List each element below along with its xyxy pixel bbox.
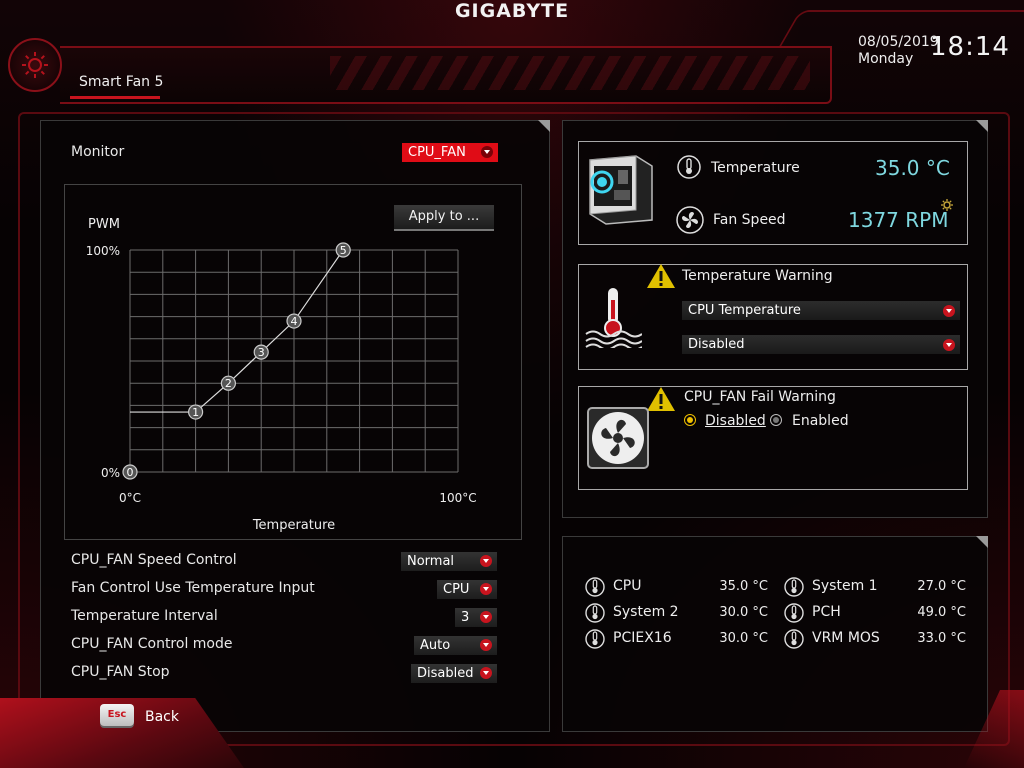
y-tick-label: 0% [101, 466, 120, 480]
warning-icon [647, 264, 675, 288]
setting-label-temp-input: Fan Control Use Temperature Input [71, 580, 315, 596]
control-mode-select[interactable]: Auto [414, 636, 497, 655]
thermometer-icon [677, 155, 701, 179]
thermometer-icon [784, 603, 804, 623]
setting-label-temp-interval: Temperature Interval [71, 608, 218, 624]
time-display: 18:14 [930, 32, 1010, 62]
thermometer-icon [784, 577, 804, 597]
fan-speed-label: Fan Speed [713, 212, 786, 228]
back-button[interactable]: Back [145, 709, 179, 725]
x-axis-label: Temperature [252, 518, 335, 533]
curve-point-label: 0 [127, 466, 134, 479]
tab-active-indicator [70, 96, 160, 99]
fan-curve-line [195, 249, 344, 413]
y-axis-label: PWM [88, 217, 120, 232]
chevron-down-icon [943, 305, 955, 317]
temp-warning-source-value: CPU Temperature [688, 303, 801, 318]
fail-warning-enabled-label[interactable]: Enabled [792, 413, 849, 429]
temperature-sensor-name: CPU [613, 578, 642, 594]
monitor-select[interactable]: CPU_FAN [402, 143, 498, 162]
temperature-sensor-value: 30.0 °C [719, 631, 768, 646]
temp-warning-title: Temperature Warning [682, 268, 833, 284]
y-tick-label: 100% [86, 244, 120, 258]
fan-icon [676, 206, 704, 234]
settings-gear-badge[interactable] [8, 38, 62, 92]
curve-point-label: 1 [192, 406, 199, 419]
temperature-sensor-value: 27.0 °C [917, 579, 966, 594]
temp-interval-select[interactable]: 3 [455, 608, 497, 627]
esc-key-icon[interactable]: Esc [100, 704, 134, 726]
fan-fail-warning-title: CPU_FAN Fail Warning [684, 389, 836, 405]
case-fan-icon [587, 407, 649, 469]
thermometer-icon [585, 603, 605, 623]
chevron-down-icon [480, 583, 492, 595]
brand-logo: GIGABYTE [454, 0, 570, 22]
fail-warning-enabled-radio[interactable] [770, 414, 782, 426]
curve-point-label: 4 [291, 315, 298, 328]
temperature-sensor-name: PCIEX16 [613, 630, 672, 646]
monitor-select-value: CPU_FAN [408, 145, 466, 160]
fan-stop-select[interactable]: Disabled [411, 664, 497, 683]
chevron-down-icon [480, 611, 492, 623]
day-text: Monday [858, 51, 914, 67]
heat-thermometer-icon [585, 288, 642, 348]
temperature-sensor-value: 30.0 °C [719, 605, 768, 620]
temp-input-select[interactable]: CPU [437, 580, 497, 599]
chevron-down-icon [481, 146, 493, 158]
curve-point-label: 3 [258, 346, 265, 359]
setting-label-fan-stop: CPU_FAN Stop [71, 664, 170, 680]
temperature-value: 35.0 °C [875, 156, 950, 180]
temp-warning-value-select[interactable]: Disabled [682, 335, 960, 354]
fan-stop-value: Disabled [417, 666, 474, 681]
setting-label-speed-control: CPU_FAN Speed Control [71, 552, 237, 568]
thermometer-icon [784, 629, 804, 649]
temp-warning-value: Disabled [688, 337, 745, 352]
x-tick-label: 0°C [119, 491, 141, 505]
fail-warning-disabled-label[interactable]: Disabled [705, 413, 766, 429]
date-display: 08/05/2019 Monday [858, 34, 939, 68]
temperature-sensor-value: 49.0 °C [917, 605, 966, 620]
pc-case-icon [589, 155, 653, 225]
temperature-sensor-name: PCH [812, 604, 841, 620]
fail-warning-disabled-radio[interactable] [684, 414, 696, 426]
setting-label-control-mode: CPU_FAN Control mode [71, 636, 233, 652]
curve-point-label: 2 [225, 377, 232, 390]
control-mode-value: Auto [420, 638, 451, 653]
chevron-down-icon [480, 639, 492, 651]
curve-point-label: 5 [340, 244, 347, 257]
temperature-sensor-name: System 2 [613, 604, 679, 620]
header-stripes [330, 56, 810, 90]
fan-curve-chart[interactable]: PWM 100% 0% 0°C 100°C Temperature 0 1 2 3 4 5 [64, 184, 520, 538]
temp-input-value: CPU [443, 582, 470, 597]
date-text: 08/05/2019 [858, 34, 939, 50]
temperature-sensor-name: VRM MOS [812, 630, 880, 646]
warning-icon [647, 387, 675, 411]
fan-speed-value: 1377 RPM [848, 208, 949, 232]
speed-control-value: Normal [407, 554, 455, 569]
temp-warning-source-select[interactable]: CPU Temperature [682, 301, 960, 320]
chevron-down-icon [943, 339, 955, 351]
temperature-label: Temperature [711, 160, 800, 176]
x-tick-label: 100°C [439, 491, 476, 505]
tab-smart-fan-5[interactable]: Smart Fan 5 [79, 74, 163, 90]
monitor-label: Monitor [71, 144, 125, 160]
chevron-down-icon [480, 667, 492, 679]
thermometer-icon [585, 629, 605, 649]
speed-control-select[interactable]: Normal [401, 552, 497, 571]
fan-settings-gear-icon[interactable] [940, 198, 954, 212]
chevron-down-icon [480, 555, 492, 567]
temp-interval-value: 3 [461, 610, 470, 625]
gear-icon [22, 52, 48, 78]
temperature-sensor-value: 35.0 °C [719, 579, 768, 594]
temperature-sensor-value: 33.0 °C [917, 631, 966, 646]
temperature-sensor-name: System 1 [812, 578, 878, 594]
apply-to-button[interactable]: Apply to ... [394, 205, 494, 231]
thermometer-icon [585, 577, 605, 597]
